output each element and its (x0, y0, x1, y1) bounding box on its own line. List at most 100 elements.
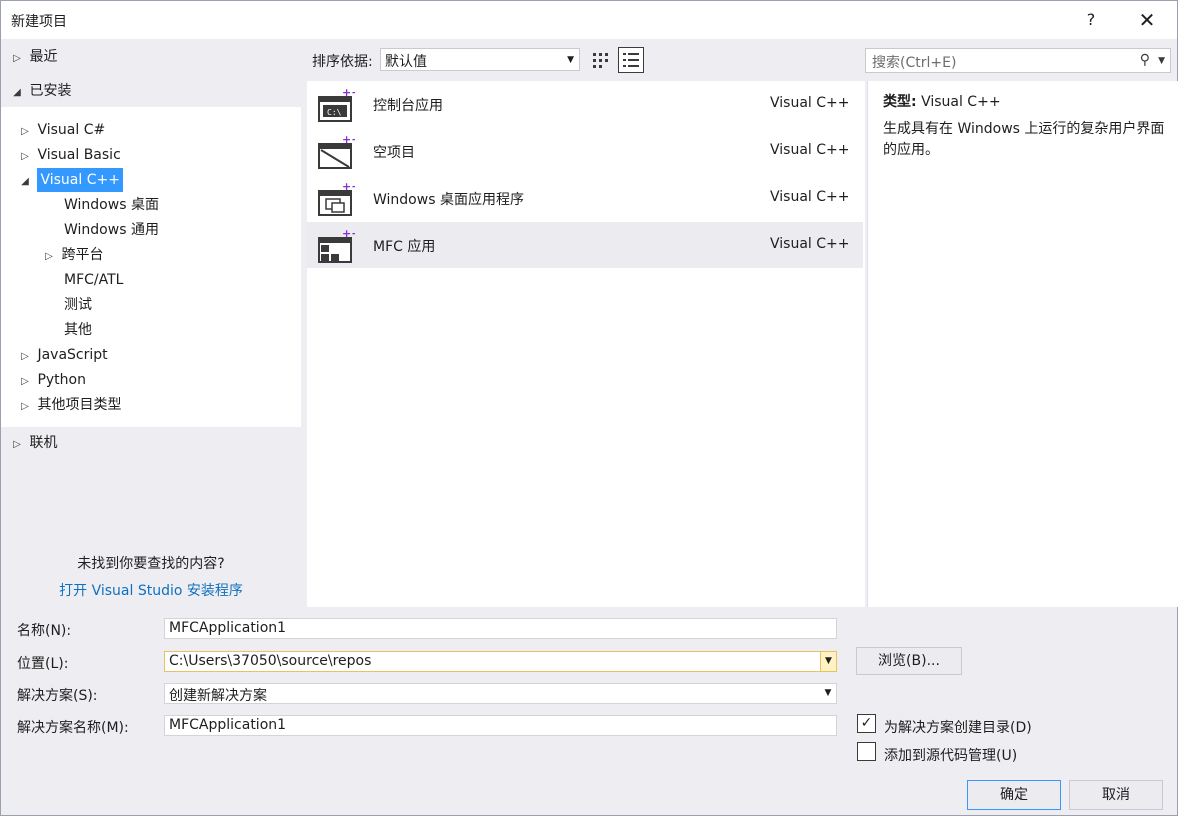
nav-recent[interactable]: ▷ 最近 (9, 45, 57, 69)
tree-item-label: Python (37, 372, 86, 388)
expand-arrow-icon: ▷ (45, 251, 53, 262)
tree-item-javascript[interactable]: ▷ JavaScript (17, 343, 108, 367)
console-app-icon: C:\ ++ (318, 87, 355, 122)
chevron-down-icon: ▼ (1158, 56, 1165, 66)
template-name: Windows 桌面应用程序 (373, 192, 524, 208)
nav-installed-label: 已安装 (29, 83, 72, 99)
location-label: 位置(L): (17, 656, 69, 672)
tree-item-label: Visual Basic (37, 147, 121, 163)
info-type: 类型: Visual C++ (883, 91, 1001, 111)
list-view-icon (623, 53, 639, 67)
expand-arrow-icon: ▷ (21, 351, 29, 362)
grid-view-icon (593, 53, 608, 68)
name-label: 名称(N): (17, 623, 72, 639)
solution-label: 解决方案(S): (17, 688, 98, 704)
location-field[interactable]: C:\Users\37050\source\repos ▼ (164, 651, 837, 672)
close-button[interactable]: ✕ (1127, 7, 1167, 33)
tree-item-label: Visual C# (37, 122, 106, 138)
source-control-checkbox[interactable] (857, 742, 876, 761)
info-type-value: Visual C++ (921, 94, 1001, 110)
chevron-down-icon: ▼ (567, 55, 574, 65)
tree-item-label: JavaScript (37, 347, 108, 363)
svg-text:++: ++ (342, 181, 355, 193)
location-value: C:\Users\37050\source\repos (169, 653, 372, 669)
sort-label: 排序依据: (312, 54, 373, 70)
checkmark-icon: ✓ (860, 715, 873, 731)
source-control-label: 添加到源代码管理(U) (884, 748, 1018, 764)
solution-name-label: 解决方案名称(M): (17, 720, 129, 736)
tree-item-windows-universal[interactable]: Windows 通用 (64, 218, 159, 242)
collapse-arrow-icon: ◢ (21, 176, 29, 187)
tree-item-other[interactable]: 其他 (64, 318, 92, 342)
chevron-down-icon: ▼ (824, 688, 832, 698)
open-installer-link[interactable]: 打开 Visual Studio 安装程序 (1, 580, 301, 600)
mfc-app-icon: ++ (318, 228, 355, 263)
collapse-arrow-icon: ◢ (13, 87, 21, 98)
help-button[interactable]: ? (1071, 7, 1111, 33)
grid-view-button[interactable] (587, 47, 613, 73)
tree-item-other-project-types[interactable]: ▷ 其他项目类型 (17, 393, 121, 417)
dialog-title: 新建项目 (11, 14, 67, 30)
empty-project-icon: ++ (318, 134, 355, 169)
list-view-button[interactable] (618, 47, 644, 73)
browse-button[interactable]: 浏览(B)... (856, 647, 962, 675)
expand-arrow-icon: ▷ (21, 376, 29, 387)
installed-tree: ▷ Visual C# ▷ Visual Basic ◢ Visual C++ … (1, 107, 301, 427)
svg-text:++: ++ (342, 228, 355, 240)
search-input[interactable]: 搜索(Ctrl+E) ⚲ ▼ (865, 48, 1171, 73)
search-icon: ⚲ (1139, 52, 1150, 68)
tree-item-test[interactable]: 测试 (64, 293, 92, 317)
expand-arrow-icon: ▷ (13, 53, 21, 64)
solution-name-value: MFCApplication1 (169, 717, 287, 733)
template-row[interactable]: ++ Windows 桌面应用程序 Visual C++ (307, 175, 863, 221)
template-row[interactable]: ++ 空项目 Visual C++ (307, 128, 863, 174)
svg-text:++: ++ (342, 87, 355, 99)
nav-online-label: 联机 (29, 435, 58, 451)
sort-value: 默认值 (385, 54, 427, 70)
tree-item-visual-cpp[interactable]: ◢ Visual C++ (17, 168, 123, 192)
expand-arrow-icon: ▷ (21, 126, 29, 137)
info-description: 生成具有在 Windows 上运行的复杂用户界面的应用。 (883, 121, 1165, 158)
expand-arrow-icon: ▷ (21, 401, 29, 412)
info-type-label: 类型: (883, 94, 917, 110)
name-field[interactable]: MFCApplication1 (164, 618, 837, 639)
tree-item-visual-basic[interactable]: ▷ Visual Basic (17, 143, 121, 167)
tree-item-label-selected: Visual C++ (37, 168, 123, 192)
create-directory-label: 为解决方案创建目录(D) (884, 720, 1032, 736)
tree-item-python[interactable]: ▷ Python (17, 368, 86, 392)
tree-item-mfc-atl[interactable]: MFC/ATL (64, 268, 123, 292)
template-row[interactable]: C:\ ++ 控制台应用 Visual C++ (307, 81, 863, 127)
template-language: Visual C++ (770, 95, 850, 111)
solution-name-field[interactable]: MFCApplication1 (164, 715, 837, 736)
template-name: MFC 应用 (373, 239, 436, 255)
title-bar: 新建项目 ? ✕ (1, 1, 1177, 39)
template-name: 空项目 (373, 145, 415, 161)
windows-desktop-app-icon: ++ (318, 181, 355, 216)
cancel-button[interactable]: 取消 (1069, 780, 1163, 810)
create-directory-checkbox[interactable]: ✓ (857, 714, 876, 733)
template-row-selected[interactable]: ++ MFC 应用 Visual C++ (307, 222, 863, 268)
new-project-dialog: 新建项目 ? ✕ ▷ 最近 ◢ 已安装 ▷ Visual C# ▷ Visual… (0, 0, 1178, 816)
template-info-panel: 类型: Visual C++ 生成具有在 Windows 上运行的复杂用户界面的… (867, 81, 1178, 607)
template-language: Visual C++ (770, 189, 850, 205)
sort-dropdown[interactable]: 默认值 ▼ (380, 48, 580, 71)
nav-online[interactable]: ▷ 联机 (9, 431, 57, 455)
tree-item-label: 跨平台 (61, 247, 104, 263)
template-language: Visual C++ (770, 236, 850, 252)
svg-text:++: ++ (342, 134, 355, 146)
ok-button[interactable]: 确定 (967, 780, 1061, 810)
solution-dropdown[interactable]: 创建新解决方案 ▼ (164, 683, 837, 704)
tree-item-cross-platform[interactable]: ▷ 跨平台 (41, 243, 103, 267)
expand-arrow-icon: ▷ (13, 439, 21, 450)
template-language: Visual C++ (770, 142, 850, 158)
nav-installed[interactable]: ◢ 已安装 (9, 79, 71, 103)
svg-text:C:\: C:\ (327, 108, 342, 117)
nav-recent-label: 最近 (29, 49, 58, 65)
tree-item-visual-csharp[interactable]: ▷ Visual C# (17, 118, 105, 142)
tree-item-label: 其他项目类型 (37, 397, 122, 413)
tree-item-windows-desktop[interactable]: Windows 桌面 (64, 193, 159, 217)
template-name: 控制台应用 (373, 98, 443, 114)
chevron-down-icon[interactable]: ▼ (820, 652, 836, 671)
expand-arrow-icon: ▷ (21, 151, 29, 162)
not-found-text: 未找到你要查找的内容? (77, 556, 225, 572)
